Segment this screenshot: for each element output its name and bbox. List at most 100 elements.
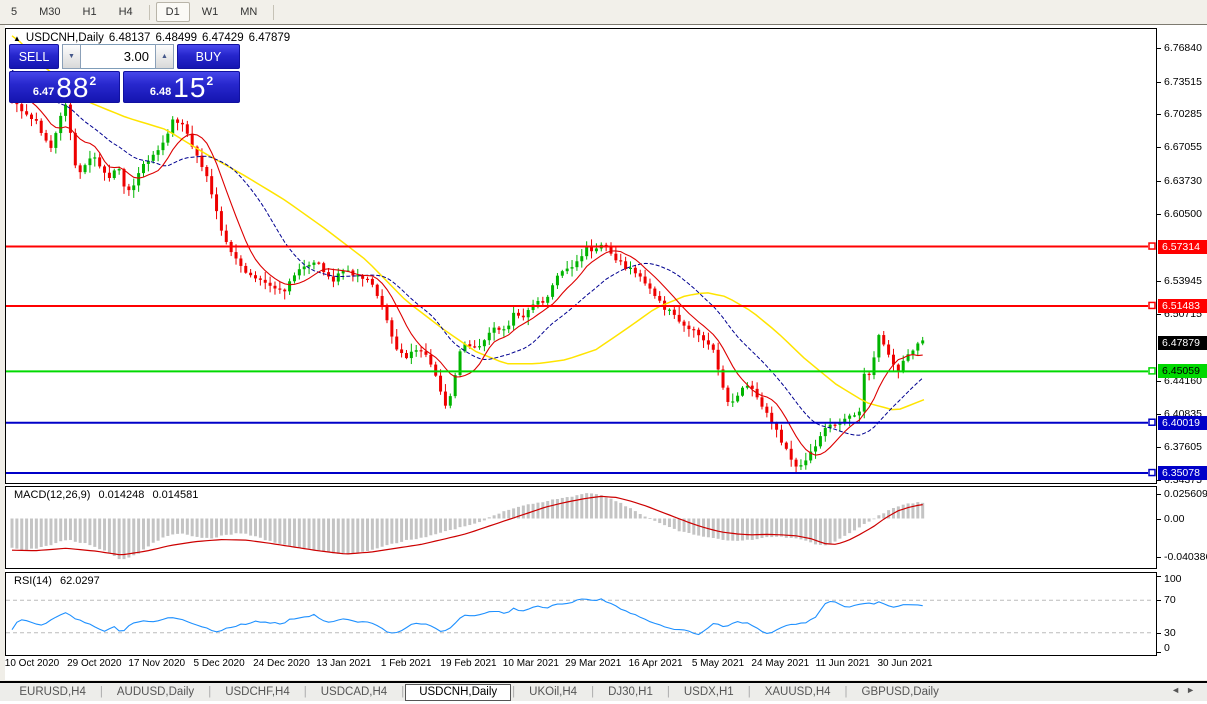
level-price-label: 6.40019 [1158, 416, 1207, 430]
axis-tick-label: 100 [1164, 573, 1182, 585]
tab-scroll-arrows: ◄► [1171, 685, 1201, 695]
timeframe-m30[interactable]: M30 [29, 2, 70, 22]
axis-tick [1157, 576, 1161, 577]
ohlc-high: 6.48499 [155, 32, 197, 44]
date-label: 17 Nov 2020 [128, 658, 185, 669]
date-label: 10 Mar 2021 [503, 658, 559, 669]
bid-price-button[interactable]: 6.47 88 2 [9, 71, 120, 103]
axis-tick [1157, 281, 1161, 282]
timeframe-d1[interactable]: D1 [156, 2, 190, 22]
rsi-line [12, 599, 923, 635]
tab-scroll-left-icon[interactable]: ◄ [1171, 685, 1186, 695]
chart-tab-bar: EURUSD,H4|AUDUSD,Daily|USDCHF,H4|USDCAD,… [0, 683, 1207, 701]
tab-separator: | [401, 686, 404, 698]
axis-tick [1157, 519, 1161, 520]
macd-label: MACD(12,26,9) 0.014248 0.014581 [14, 489, 203, 501]
tab-scroll-right-icon[interactable]: ► [1186, 685, 1201, 695]
date-label: 24 May 2021 [751, 658, 809, 669]
tab-gbpusd-daily[interactable]: GBPUSD,Daily [849, 683, 952, 701]
tab-separator: | [591, 686, 594, 698]
level-price-label: 6.45059 [1158, 364, 1207, 378]
volume-increase-icon[interactable]: ▲ [155, 44, 174, 69]
tab-separator: | [845, 686, 848, 698]
current-price-label: 6.47879 [1158, 336, 1207, 350]
ask-price-pipette: 2 [206, 74, 213, 88]
axis-tick [1157, 447, 1161, 448]
axis-tick-label: 6.73515 [1164, 76, 1202, 88]
chart-title: ▲ USDCNH,Daily 6.48137 6.48499 6.47429 6… [13, 32, 295, 44]
timeframe-w1[interactable]: W1 [192, 2, 229, 22]
axis-tick-label: 6.60500 [1164, 208, 1202, 220]
axis-tick-label: -0.040386 [1164, 551, 1207, 563]
timeframe-mn[interactable]: MN [230, 2, 267, 22]
tab-separator: | [748, 686, 751, 698]
tab-eurusd-h4[interactable]: EURUSD,H4 [6, 683, 98, 701]
volume-input[interactable] [81, 44, 155, 69]
axis-tick-label: 6.70285 [1164, 108, 1202, 120]
rsi-pane[interactable]: RSI(14) 62.0297 [5, 572, 1157, 656]
tab-xauusd-h4[interactable]: XAUUSD,H4 [752, 683, 844, 701]
main-chart-pane[interactable]: ▲ USDCNH,Daily 6.48137 6.48499 6.47429 6… [5, 28, 1157, 484]
rsi-label: RSI(14) 62.0297 [14, 575, 105, 587]
axis-tick-label: 0.00 [1164, 513, 1184, 525]
axis-tick [1157, 147, 1161, 148]
macd-signal-value: 0.014581 [152, 489, 198, 501]
axis-tick-label: 0 [1164, 642, 1170, 654]
ma-mid-blue [12, 70, 923, 435]
rsi-axis[interactable]: 10070300 [1157, 572, 1207, 656]
rsi-chart[interactable] [6, 573, 1156, 655]
tab-ukoil-h4[interactable]: UKOil,H4 [516, 683, 590, 701]
timeframe-5[interactable]: 5 [1, 2, 27, 22]
axis-tick-label: 6.63730 [1164, 175, 1202, 187]
tab-usdx-h1[interactable]: USDX,H1 [671, 683, 747, 701]
time-axis[interactable]: 10 Oct 202029 Oct 202017 Nov 20205 Dec 2… [5, 658, 1157, 672]
tab-separator: | [304, 686, 307, 698]
axis-tick [1157, 557, 1161, 558]
ma-fast-red [12, 87, 923, 456]
horizontal-level-lines[interactable] [6, 243, 1155, 476]
price-axis[interactable]: 6.76840 6.73515 6.70285 6.67055 6.63730 6.605… [1157, 28, 1207, 484]
axis-tick [1157, 633, 1161, 634]
tab-separator: | [208, 686, 211, 698]
axis-tick [1157, 600, 1161, 601]
axis-tick [1157, 414, 1161, 415]
timeframe-h4[interactable]: H4 [109, 2, 143, 22]
level-price-label: 6.51483 [1158, 299, 1207, 313]
date-label: 19 Feb 2021 [440, 658, 496, 669]
tab-usdchf-h4[interactable]: USDCHF,H4 [212, 683, 303, 701]
date-label: 30 Jun 2021 [878, 658, 933, 669]
sell-button[interactable]: SELL [9, 44, 59, 69]
axis-tick-label: 0.025609 [1164, 488, 1207, 500]
ask-price-button[interactable]: 6.48 15 2 [123, 71, 240, 103]
axis-tick-label: 6.67055 [1164, 141, 1202, 153]
buy-button[interactable]: BUY [177, 44, 240, 69]
volume-decrease-icon[interactable]: ▼ [62, 44, 81, 69]
bid-price-pipette: 2 [89, 74, 96, 88]
axis-tick-label: 6.76840 [1164, 42, 1202, 54]
axis-tick [1157, 214, 1161, 215]
candles-layer [11, 80, 925, 474]
bid-price-prefix: 6.47 [33, 86, 54, 102]
date-label: 1 Feb 2021 [381, 658, 432, 669]
tab-usdcnh-daily[interactable]: USDCNH,Daily [405, 684, 511, 701]
tab-dj30-h1[interactable]: DJ30,H1 [595, 683, 666, 701]
ohlc-close: 6.47879 [249, 32, 291, 44]
axis-tick-label: 6.37605 [1164, 441, 1202, 453]
tab-separator: | [100, 686, 103, 698]
macd-name: MACD(12,26,9) [14, 489, 90, 501]
tab-audusd-daily[interactable]: AUDUSD,Daily [104, 683, 207, 701]
level-price-label: 6.35078 [1158, 466, 1207, 480]
axis-tick-label: 30 [1164, 627, 1176, 639]
macd-pane[interactable]: MACD(12,26,9) 0.014248 0.014581 [5, 486, 1157, 569]
collapse-icon[interactable]: ▲ [13, 34, 21, 43]
macd-histogram [11, 493, 925, 559]
toolbar-separator [149, 5, 150, 20]
axis-tick [1157, 181, 1161, 182]
ohlc-low: 6.47429 [202, 32, 244, 44]
timeframe-h1[interactable]: H1 [73, 2, 107, 22]
tab-usdcad-h4[interactable]: USDCAD,H4 [308, 683, 400, 701]
rsi-name: RSI(14) [14, 575, 52, 587]
date-label: 24 Dec 2020 [253, 658, 310, 669]
macd-value: 0.014248 [98, 489, 144, 501]
macd-axis[interactable]: 0.025609 0.00 -0.040386 [1157, 486, 1207, 569]
